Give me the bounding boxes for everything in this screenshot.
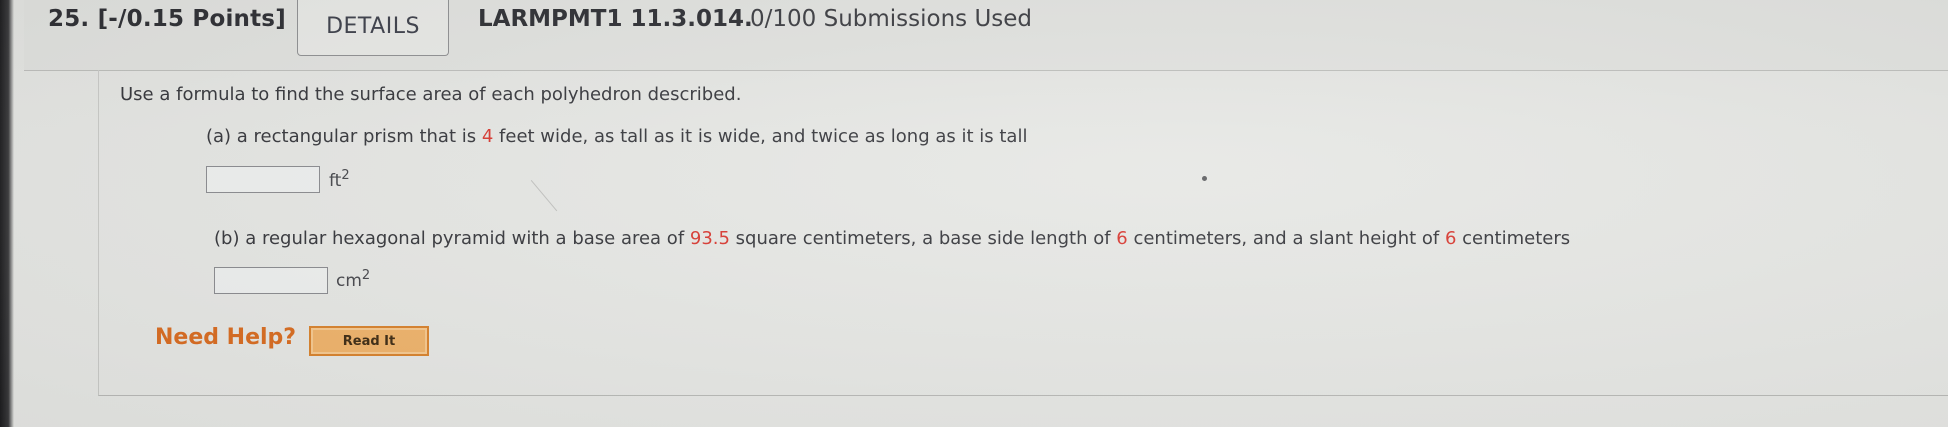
submissions-count: 0/100 Submissions Used — [750, 6, 1033, 32]
question-number-points: 25. [-/0.15 Points] — [48, 6, 286, 32]
part-b-text-4: centimeters — [1456, 228, 1571, 249]
need-help-label: Need Help? — [155, 325, 297, 350]
part-b-unit: cm2 — [336, 268, 370, 291]
part-a-text-1: (a) a rectangular prism that is — [206, 126, 482, 147]
part-a-text-2: feet wide, as tall as it is wide, and tw… — [493, 126, 1028, 147]
part-b-prompt: (b) a regular hexagonal pyramid with a b… — [214, 228, 1570, 249]
part-a-prompt: (a) a rectangular prism that is 4 feet w… — [206, 126, 1027, 147]
part-b-unit-exponent: 2 — [361, 268, 371, 283]
question-intro: Use a formula to find the surface area o… — [120, 84, 742, 105]
part-a-value-1: 4 — [481, 126, 494, 147]
part-b-text-2: square centimeters, a base side length o… — [729, 228, 1117, 249]
part-a-unit: ft2 — [329, 168, 350, 191]
part-a-unit-exponent: 2 — [341, 168, 350, 183]
part-a-answer-input[interactable] — [206, 166, 320, 193]
question-number: 25. — [48, 6, 90, 32]
part-b-unit-base: cm — [336, 271, 362, 291]
points-label: [-/0.15 Points] — [97, 6, 286, 32]
part-b-value-2: 6 — [1116, 228, 1128, 249]
problem-id: LARMPMT1 11.3.014. — [478, 6, 753, 32]
part-b-value-3: 6 — [1444, 228, 1457, 249]
read-it-button[interactable]: Read It — [309, 326, 429, 356]
part-a-unit-base: ft — [329, 171, 342, 191]
details-button[interactable]: DETAILS — [297, 0, 449, 56]
part-b-value-1: 93.5 — [689, 228, 730, 249]
screen-left-edge — [0, 0, 14, 427]
part-b-text-1: (b) a regular hexagonal pyramid with a b… — [214, 228, 690, 249]
part-b-answer-input[interactable] — [214, 267, 328, 294]
screen-dust-dot — [1202, 176, 1207, 181]
part-b-text-3: centimeters, and a slant height of — [1127, 228, 1445, 249]
